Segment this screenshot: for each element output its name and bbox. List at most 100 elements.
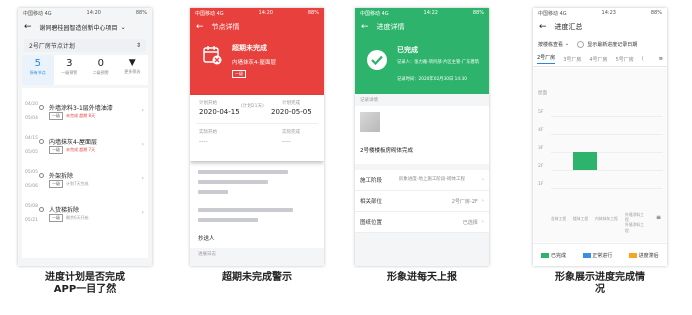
row-construction-stage[interactable]: 施工阶段 房象进度-地上施工阶段-砌体工程 ›: [355, 170, 489, 191]
photo-card: 2号楼楼板房砌体完成: [355, 106, 489, 164]
tab-building-2[interactable]: 2号厂房: [537, 54, 556, 64]
node-status: 计划7天完成: [66, 181, 89, 186]
list-item[interactable]: 04/15 05/05 内墙抹灰4-屋面层 一级 未完成 超期 7天 ›: [22, 136, 148, 170]
progress-grid: 屋面 5F 4F 3F 2F 1F 含体工程 楼体工程 内体抹灰工程 外墙涂料工…: [533, 68, 667, 242]
status-bar: 中国移动 4G 14:20 88%: [190, 8, 324, 18]
floor-label: 1F: [538, 182, 544, 187]
back-arrow-icon[interactable]: ←: [539, 22, 547, 32]
recorder-text: 记录人：张力雅-项目部-片区主管-广东建筑: [397, 60, 479, 65]
chevron-right-icon: ›: [481, 177, 484, 183]
menu-icon[interactable]: ≡: [659, 56, 663, 62]
node-title: 人货梯拆除: [49, 207, 80, 214]
actual-start-label: 实际开始: [199, 130, 217, 135]
stat-all-nodes[interactable]: 5 所有节点: [22, 55, 54, 85]
row-related-location[interactable]: 相关部位 2号厂房-2F ›: [355, 191, 489, 212]
status-bar: 中国移动 4G 14:23 88%: [533, 8, 667, 18]
battery-text: 88%: [135, 10, 147, 16]
battery-text: 88%: [472, 10, 484, 16]
caption-line: 况: [595, 284, 605, 295]
plan-card: 计划开始 (计划21天) 计划完成 2020-04-15 2020-05-05 …: [190, 95, 324, 161]
node-status: 未完成 超期 8天: [66, 113, 96, 118]
gridline: [551, 170, 663, 171]
stat-num: 5: [34, 58, 41, 69]
back-arrow-icon[interactable]: ←: [196, 22, 204, 32]
x-label: 楼体工程: [573, 216, 589, 221]
caption-line: 超期未完成警示: [222, 272, 292, 283]
node-detail-screen: 中国移动 4G 14:20 88% ← 节点详情 超期未完成 内墙抹灰4-屋面层…: [190, 8, 324, 266]
caption-line: 形象进每天上报: [387, 272, 457, 283]
legend-completed: 已完成: [541, 252, 566, 259]
legend-swatch: [629, 252, 638, 258]
record-time-text: 记录时间：2020年02月30日 14:30: [397, 77, 467, 82]
list-item[interactable]: 05/08 05/21 人货梯拆除 一级 剩余6天开始 ›: [22, 204, 148, 238]
node-title: 内墙抹灰4-屋面层: [49, 139, 97, 146]
stat-level2-warning[interactable]: 0 二级预警: [85, 55, 117, 85]
gridline: [551, 152, 663, 153]
overdue-calendar-icon: [202, 45, 222, 65]
clock-text: 14:23: [601, 10, 616, 16]
view-filter[interactable]: 按楼栋查看: [538, 41, 563, 48]
nav-bar: ← 谢同碧桂园智造创新中心项目 ⌄: [18, 18, 152, 36]
list-item[interactable]: 04/20 05/04 外墙涂料3-1层外墙油漆 一级 未完成 超期 8天 ›: [22, 102, 148, 136]
cc-label[interactable]: 抄送人: [198, 234, 215, 242]
legend: 已完成 正常进行 进度滞后: [533, 243, 667, 266]
plan-select[interactable]: 2号厂房节点计划 ⇕: [24, 39, 146, 52]
stat-label: 所有节点: [29, 70, 46, 75]
record-description: 2号楼楼板房砌体完成: [360, 148, 413, 154]
page-title: 进度汇总: [554, 23, 583, 31]
level-tag: 一级: [232, 70, 246, 78]
timeline-dot-icon: [39, 207, 44, 212]
chevron-right-icon: ›: [481, 198, 484, 204]
list-item[interactable]: 05/05 05/06 外架拆除 一级 计划7天完成 ›: [22, 170, 148, 204]
end-date: 05/06: [25, 184, 38, 189]
carrier-text: 中国移动 4G: [360, 10, 389, 17]
row-value: 2号厂房-2F: [451, 198, 478, 205]
progress-cell-completed[interactable]: [573, 152, 597, 170]
level-tag: 一级: [49, 112, 63, 120]
show-latest-date-toggle[interactable]: 显示最新进度记录日期: [587, 41, 637, 48]
node-name: 内墙抹灰4-屋面层: [232, 60, 276, 66]
tab-building-4[interactable]: 4号厂房: [589, 56, 607, 63]
progress-summary-screen: 中国移动 4G 14:23 88% ← 进度汇总 按楼栋查看 ⌄ 显示最新进度记…: [533, 8, 667, 266]
plan-days: (计划21天): [241, 104, 264, 109]
radio-icon[interactable]: [577, 40, 585, 48]
legend-delayed: 进度滞后: [629, 252, 659, 259]
roof-label: 屋面: [538, 91, 547, 96]
timeline-dot-icon: [39, 105, 44, 110]
tab-building-3[interactable]: 3号厂房: [563, 56, 581, 63]
site-photo[interactable]: [360, 112, 380, 132]
back-arrow-icon[interactable]: ←: [361, 22, 369, 32]
caption-overdue: 超期未完成警示: [190, 272, 324, 284]
floor-label: 5F: [538, 110, 544, 115]
caption-line: 形象展示进度完成情: [555, 272, 645, 283]
timeline-dot-icon: [39, 173, 44, 178]
legend-swatch: [582, 252, 591, 258]
plan-start-label: 计划开始: [199, 101, 217, 106]
stat-num: 0: [97, 58, 104, 69]
chevron-down-icon[interactable]: ⌄: [565, 41, 569, 47]
done-title: 已完成: [397, 46, 418, 54]
nav-bar: ← 节点详情: [190, 18, 324, 36]
menu-icon[interactable]: ≡: [656, 214, 661, 221]
floor-label: 4F: [538, 128, 544, 133]
back-arrow-icon[interactable]: ←: [24, 22, 32, 32]
stat-level1-warning[interactable]: 3 一级预警: [54, 55, 86, 85]
chevron-right-icon: ›: [141, 209, 144, 216]
row-drawing-position[interactable]: 图纸位置 已选择 ›: [355, 212, 489, 233]
legend-normal: 正常进行: [582, 252, 612, 259]
carrier-text: 中国移动 4G: [195, 10, 224, 17]
level-tag: 一级: [49, 180, 63, 188]
node-list: 04/20 05/04 外墙涂料3-1层外墙油漆 一级 未完成 超期 8天 › …: [22, 88, 148, 258]
alert-title: 超期未完成: [232, 44, 267, 52]
actual-start-value: ----: [199, 138, 208, 145]
plan-select-value: 2号厂房节点计划: [29, 43, 75, 50]
tab-more[interactable]: (: [642, 56, 644, 62]
chevron-down-icon[interactable]: ⌄: [121, 24, 126, 31]
stat-more-filter[interactable]: ▼ 更多筛选: [117, 55, 149, 85]
actual-end-label: 实际完成: [282, 130, 300, 135]
project-title[interactable]: 谢同碧桂园智造创新中心项目: [40, 23, 118, 32]
clock-text: 14:22: [423, 10, 438, 16]
stat-label: 二级预警: [92, 70, 109, 75]
start-date: 05/05: [25, 170, 38, 175]
tab-building-5[interactable]: 5号厂房: [616, 56, 634, 63]
